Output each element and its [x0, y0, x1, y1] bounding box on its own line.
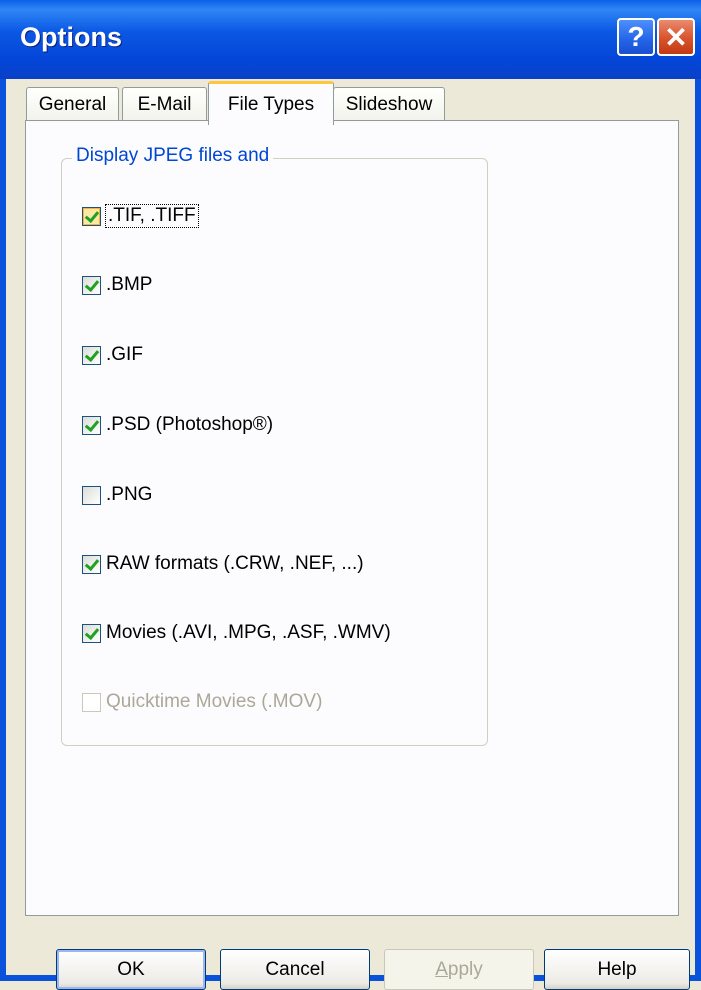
title-bar[interactable]: Options ? ✕	[0, 0, 701, 79]
checkbox-label: .PSD (Photoshop®)	[106, 414, 274, 435]
tab-label: E-Mail	[137, 93, 192, 115]
checkbox-box[interactable]	[82, 554, 101, 574]
help-glyph: ?	[627, 21, 645, 52]
checkbox-box[interactable]	[82, 415, 101, 435]
close-icon[interactable]: ✕	[657, 18, 695, 56]
checkbox-label: Quicktime Movies (.MOV)	[106, 691, 323, 712]
dialog-client-area: General E-Mail File Types Slideshow Disp…	[6, 79, 695, 990]
window-title: Options	[20, 22, 122, 52]
checkbox-label: .PNG	[106, 484, 153, 505]
checkbox-psd[interactable]: .PSD (Photoshop®)	[82, 414, 273, 436]
tab-label: Slideshow	[345, 93, 433, 115]
checkbox-raw[interactable]: RAW formats (.CRW, .NEF, ...)	[82, 553, 364, 575]
checkbox-movies[interactable]: Movies (.AVI, .MPG, .ASF, .WMV)	[82, 622, 391, 644]
checkbox-png[interactable]: .PNG	[82, 484, 152, 506]
tab-panel-file-types: Display JPEG files and .TIF, .TIFF .BMP …	[25, 120, 679, 916]
checkbox-label: .TIF, .TIFF	[105, 204, 199, 228]
checkbox-bmp[interactable]: .BMP	[82, 274, 152, 296]
checkbox-box[interactable]	[82, 623, 101, 643]
checkbox-box[interactable]	[82, 485, 101, 505]
checkbox-gif[interactable]: .GIF	[82, 344, 143, 366]
button-label: Cancel	[265, 958, 325, 980]
tab-label: File Types	[227, 93, 315, 115]
button-label: pply	[447, 958, 483, 980]
apply-button: Apply	[384, 949, 534, 990]
checkbox-tif[interactable]: .TIF, .TIFF	[82, 204, 199, 228]
button-label: Help	[597, 958, 637, 980]
groupbox-title: Display JPEG files and	[72, 145, 274, 167]
tab-label: General	[38, 93, 107, 115]
display-jpeg-groupbox: Display JPEG files and .TIF, .TIFF .BMP …	[61, 145, 488, 746]
checkbox-box	[82, 692, 101, 712]
checkbox-label: .BMP	[106, 274, 153, 295]
ok-button[interactable]: OK	[56, 949, 206, 990]
cancel-button[interactable]: Cancel	[220, 949, 370, 990]
checkbox-box[interactable]	[82, 275, 101, 295]
help-button[interactable]: Help	[544, 949, 690, 990]
checkbox-label: Movies (.AVI, .MPG, .ASF, .WMV)	[106, 622, 391, 643]
tab-file-types[interactable]: File Types	[208, 81, 334, 125]
checkbox-box[interactable]	[82, 345, 101, 365]
checkbox-label: RAW formats (.CRW, .NEF, ...)	[106, 553, 364, 574]
close-glyph: ✕	[664, 21, 688, 53]
checkbox-box[interactable]	[82, 206, 101, 226]
tab-general[interactable]: General	[26, 87, 119, 121]
button-accel: A	[435, 958, 448, 980]
checkbox-quicktime: Quicktime Movies (.MOV)	[82, 691, 322, 713]
checkbox-label: .GIF	[106, 344, 143, 365]
button-label: OK	[117, 958, 145, 980]
help-icon[interactable]: ?	[617, 18, 655, 56]
tab-slideshow[interactable]: Slideshow	[333, 87, 445, 121]
tab-email[interactable]: E-Mail	[122, 87, 207, 121]
options-dialog: Options ? ✕ General E-Mail File Types Sl…	[0, 0, 701, 990]
